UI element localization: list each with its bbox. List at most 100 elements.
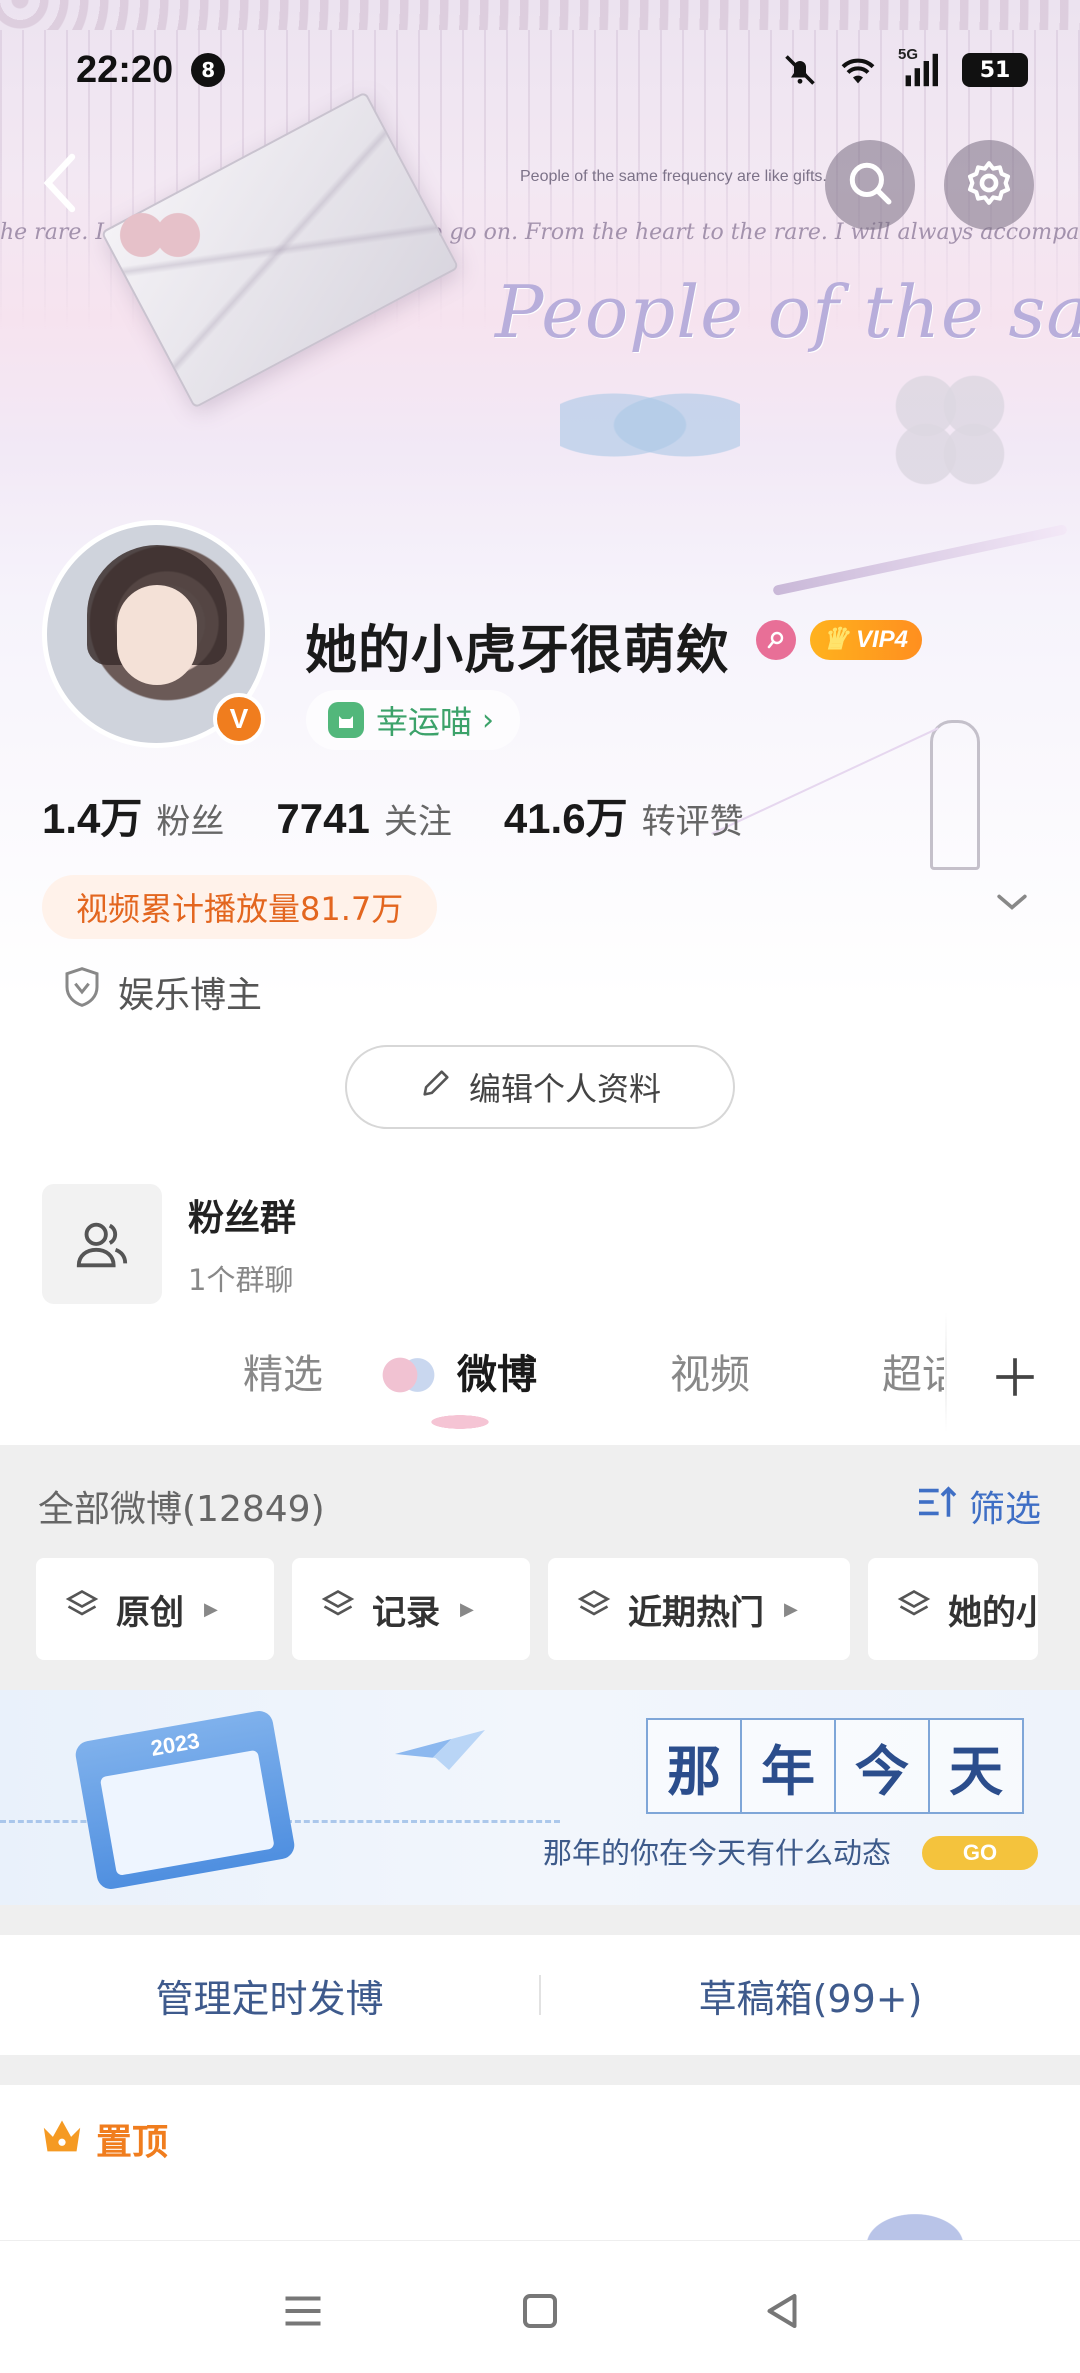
lucky-cat-label: 幸运喵 [376,703,473,741]
title-char: 今 [834,1718,930,1814]
butterfly-illustration [560,370,740,480]
profile-cover: People of the same frequency are like gi… [0,0,1080,1000]
chip-recent-hot[interactable]: 近期热门 ▶ [548,1558,850,1660]
edit-profile-button[interactable]: 编辑个人资料 [345,1045,735,1129]
title-char: 那 [646,1718,742,1814]
paper-plane-icon [395,1730,485,1770]
vip-level-label: VIP4 [856,626,909,653]
certification-row: 娱乐博主 [62,965,262,1018]
profile-stats: 1.4万 粉丝 7741 关注 41.6万 转评赞 [42,785,796,846]
chevron-down-icon [990,894,1034,928]
back-nav-button[interactable] [752,2281,812,2341]
shield-check-icon [62,965,102,1018]
chevron-left-icon [40,153,80,217]
square-icon [510,2294,570,2345]
stat-value: 41.6万 [503,795,628,842]
expand-profile-button[interactable] [990,880,1034,924]
tab-divider [945,1312,947,1432]
calendar-illustration: 2023 [73,1708,297,1892]
filter-label: 筛选 [969,1489,1042,1530]
chip-records[interactable]: 记录 ▶ [292,1558,530,1660]
title-char: 天 [928,1718,1024,1814]
fans-group-title: 粉丝群 [188,1198,297,1239]
stat-label: 转评赞 [641,802,744,842]
tab-video[interactable]: 视频 [670,1342,750,1400]
key-illustration [930,720,980,870]
sort-filter-icon [915,1484,959,1529]
chip-label: 记录 [372,1592,440,1633]
on-this-day-title: 那 年 今 天 [646,1718,1024,1814]
mute-bell-icon [782,52,818,88]
stat-engagement[interactable]: 41.6万 转评赞 [504,785,744,846]
cover-caption: People of the same frequency are like gi… [520,168,827,185]
back-button[interactable] [30,150,90,220]
battery-icon: 51 [962,53,1028,87]
wifi-icon [838,53,878,87]
network-type-label: 5G [898,46,919,63]
stat-value: 7741 [276,795,370,842]
home-nav-button[interactable] [510,2281,570,2341]
profile-name: 她的小虎牙很萌欸 [305,621,730,681]
crown-icon [40,2115,84,2164]
triangle-back-icon [752,2294,812,2345]
super-topic-icon[interactable] [756,620,796,660]
caret-right-icon: ▶ [460,1598,474,1620]
tab-super-topic[interactable]: 超话 [882,1342,944,1400]
pinned-label: 置顶 [96,2122,169,2163]
edit-profile-label: 编辑个人资料 [468,1070,661,1108]
search-button[interactable] [825,140,915,230]
notification-count-badge: 8 [191,53,226,87]
on-this-day-banner[interactable]: 2023 那 年 今 天 那年的你在今天有什么动态 GO [0,1690,1080,1905]
pinned-post-card[interactable]: 置顶 [0,2085,1080,2245]
menu-icon [273,2296,333,2345]
stat-label: 关注 [383,802,452,842]
plus-icon [990,1358,1040,1406]
status-bar: 22:20 8 5G 51 [0,40,1080,100]
cover-title: People of the same [495,270,1080,354]
go-button[interactable]: GO [922,1836,1038,1870]
gear-icon [964,158,1014,212]
tab-weibo[interactable]: 微博 [457,1342,537,1400]
video-play-count[interactable]: 视频累计播放量81.7万 [42,875,438,939]
fans-group-entry[interactable]: 粉丝群 1个群聊 [42,1184,296,1304]
menu-nav-button[interactable] [273,2281,333,2341]
title-char: 年 [740,1718,836,1814]
pinned-thumbnail [840,2197,990,2245]
scheduled-posts-button[interactable]: 管理定时发博 [0,1968,539,2023]
caret-right-icon: ▶ [204,1598,218,1620]
layers-icon [896,1587,932,1632]
group-chat-icon [42,1184,162,1304]
active-tab-indicator [410,1410,510,1434]
flower-decoration-icon [372,1350,442,1400]
caret-right-icon: ▶ [784,1598,798,1620]
drafts-button[interactable]: 草稿箱(99+) [541,1968,1080,2023]
tab-featured[interactable]: 精选 [243,1342,323,1400]
profile-tabs: 精选 微博 视频 超话 [0,1310,1080,1445]
on-this-day-subtitle: 那年的你在今天有什么动态 [543,1836,892,1870]
chip-original[interactable]: 原创 ▶ [36,1558,274,1660]
stat-label: 粉丝 [156,802,225,842]
pencil-icon [419,1066,453,1108]
lace-decoration [0,0,1080,30]
settings-button[interactable] [944,140,1034,230]
cell-signal-icon: 5G [898,46,942,88]
chip-her-collection[interactable]: 她的小虎牙 [868,1558,1038,1660]
add-tab-button[interactable] [990,1352,1040,1402]
cat-icon [328,702,364,738]
stat-value: 1.4万 [42,795,143,842]
filter-button[interactable]: 筛选 [915,1480,1041,1532]
stat-followers[interactable]: 1.4万 粉丝 [42,785,224,846]
chevron-right-icon: › [482,702,495,738]
search-icon [845,158,895,212]
feed-count-header: 全部微博(12849) [38,1489,325,1530]
feed-category-chips: 原创 ▶ 记录 ▶ 近期热门 ▶ 她的小虎牙 [36,1558,1038,1660]
bow-illustration [115,200,205,270]
lucky-cat-button[interactable]: 幸运喵 › [306,690,521,750]
pinned-label-row: 置顶 [40,2113,168,2165]
chip-label: 近期热门 [628,1592,764,1633]
system-nav-bar [0,2240,1080,2373]
stat-following[interactable]: 7741 关注 [276,794,451,843]
chip-label: 原创 [116,1592,184,1633]
vip-badge[interactable]: ♛ VIP4 [810,620,923,660]
layers-icon [320,1587,356,1632]
